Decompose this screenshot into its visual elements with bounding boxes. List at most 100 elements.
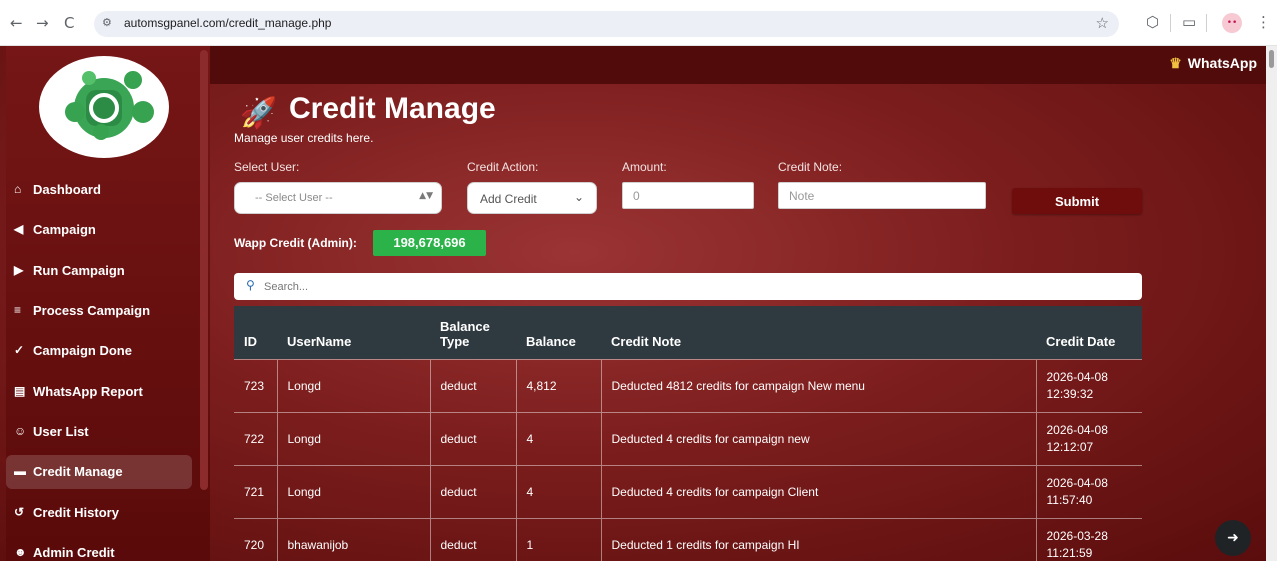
cell-date: 2026-04-08: [1046, 369, 1108, 384]
submit-button[interactable]: Submit: [1012, 188, 1142, 214]
rocket-icon: 🚀: [240, 96, 278, 131]
app-area: ♛ WhatsApp ⌂ Dashboard ◀ Campaign ▶ Run …: [0, 46, 1277, 561]
cell-credit-note: Deducted 4 credits for campaign Client: [600, 464, 1036, 518]
cell-credit-date: 2026-04-08 11:57:40: [1035, 464, 1142, 518]
users-icon: ☺: [14, 424, 27, 438]
bookmark-star-icon[interactable]: ☆: [1096, 14, 1109, 32]
forward-icon[interactable]: →: [36, 14, 49, 32]
cell-balance: 4: [515, 411, 601, 465]
sidebar-item-label: Credit Manage: [33, 464, 123, 479]
sidebar-item-credit-history[interactable]: ↺ Credit History: [6, 496, 192, 530]
cell-time: 11:57:40: [1046, 492, 1093, 507]
cell-id: 722: [234, 411, 277, 465]
whatsapp-logo-icon: [65, 71, 154, 140]
cell-balance: 4,812: [515, 358, 601, 412]
tab-search-icon[interactable]: ▭: [1182, 13, 1196, 31]
sidebar-item-dashboard[interactable]: ⌂ Dashboard: [6, 173, 192, 207]
megaphone-icon: ◀: [14, 222, 24, 236]
sidebar-item-label: Credit History: [33, 505, 119, 520]
cell-credit-date: 2026-04-08 12:39:32: [1035, 358, 1142, 412]
table-row: 723 Longd deduct 4,812 Deducted 4812 cre…: [234, 358, 1142, 412]
address-bar[interactable]: ⚙ automsgpanel.com/credit_manage.php ☆: [94, 11, 1119, 37]
sidebar: ⌂ Dashboard ◀ Campaign ▶ Run Campaign ≡ …: [6, 46, 210, 561]
profile-avatar[interactable]: ••: [1222, 13, 1242, 33]
trophy-icon: ♛: [1169, 55, 1182, 71]
sidebar-item-user-list[interactable]: ☺ User List: [6, 415, 192, 449]
credit-note-input[interactable]: [778, 182, 986, 209]
sidebar-item-label: Campaign Done: [33, 343, 132, 358]
user-gear-icon: ☻: [14, 545, 27, 559]
search-input[interactable]: [264, 273, 1124, 300]
search-bar[interactable]: ⚲: [234, 273, 1142, 300]
cell-id: 720: [234, 517, 277, 561]
history-icon: ↺: [14, 505, 25, 519]
whatsapp-brand[interactable]: ♛ WhatsApp: [1169, 55, 1257, 72]
amount-input[interactable]: [622, 182, 754, 209]
select-user-label: Select User:: [234, 160, 300, 174]
cell-credit-note: Deducted 1 credits for campaign HI: [600, 517, 1036, 561]
select-user-dropdown[interactable]: -- Select User -- ▲▼: [234, 182, 442, 214]
cell-username: Longd: [276, 358, 430, 412]
sidebar-item-label: Dashboard: [33, 182, 101, 197]
select-user-value: -- Select User --: [255, 192, 333, 204]
sidebar-item-label: Admin Credit: [33, 545, 115, 560]
scrollbar-thumb[interactable]: [1269, 50, 1274, 68]
chart-icon: ▤: [14, 384, 26, 398]
wapp-credit-badge: 198,678,696: [373, 230, 486, 256]
logout-button[interactable]: ➜: [1215, 520, 1251, 556]
sidebar-item-campaign-done[interactable]: ✓ Campaign Done: [6, 334, 192, 368]
top-navbar: ♛ WhatsApp: [210, 46, 1277, 84]
play-circle-icon: ▶: [14, 263, 24, 277]
check-double-icon: ✓: [14, 343, 25, 357]
url-text[interactable]: automsgpanel.com/credit_manage.php: [124, 16, 331, 30]
cell-balance: 4: [515, 464, 601, 518]
page-subtitle: Manage user credits here.: [234, 131, 374, 145]
app-logo: [39, 56, 169, 158]
wapp-credit-label: Wapp Credit (Admin):: [234, 236, 357, 250]
table-header-row: ID UserName Balance Type Balance Credit …: [234, 306, 1142, 359]
back-icon[interactable]: ←: [10, 14, 23, 32]
chevron-down-icon: ⌄: [573, 190, 584, 204]
list-icon: ≡: [14, 303, 22, 317]
sidebar-item-whatsapp-report[interactable]: ▤ WhatsApp Report: [6, 375, 192, 409]
cell-credit-date: 2026-04-08 12:12:07: [1035, 411, 1142, 465]
cell-date: 2026-04-08: [1046, 475, 1108, 490]
sidebar-scrollbar[interactable]: [200, 50, 208, 490]
sidebar-item-run-campaign[interactable]: ▶ Run Campaign: [6, 254, 192, 288]
credit-action-select[interactable]: Add Credit ⌄: [467, 182, 597, 214]
toolbar-divider: [1170, 14, 1171, 32]
reload-icon[interactable]: C: [64, 14, 74, 32]
column-header-credit-date[interactable]: Credit Date: [1036, 306, 1142, 359]
column-header-balance-type[interactable]: Balance Type: [430, 306, 516, 359]
table-row: 720 bhawanijob deduct 1 Deducted 1 credi…: [234, 517, 1142, 561]
column-header-credit-note[interactable]: Credit Note: [601, 306, 1036, 359]
sidebar-item-label: User List: [33, 424, 89, 439]
cell-balance-type: deduct: [429, 411, 516, 465]
cell-date: 2026-03-28: [1046, 528, 1108, 543]
cell-balance-type: deduct: [429, 464, 516, 518]
amount-label: Amount:: [622, 160, 667, 174]
sidebar-item-label: Process Campaign: [33, 303, 151, 318]
table-row: 722 Longd deduct 4 Deducted 4 credits fo…: [234, 411, 1142, 465]
table-row: 721 Longd deduct 4 Deducted 4 credits fo…: [234, 464, 1142, 518]
column-header-username[interactable]: UserName: [277, 306, 430, 359]
cell-username: bhawanijob: [276, 517, 430, 561]
cell-balance-type: deduct: [429, 517, 516, 561]
cell-time: 12:39:32: [1046, 386, 1094, 401]
cell-username: Longd: [276, 464, 430, 518]
sidebar-item-campaign[interactable]: ◀ Campaign: [6, 213, 192, 247]
site-settings-icon[interactable]: ⚙: [102, 16, 112, 29]
column-header-id[interactable]: ID: [234, 306, 277, 359]
sidebar-item-process-campaign[interactable]: ≡ Process Campaign: [6, 294, 192, 328]
column-header-balance[interactable]: Balance: [516, 306, 601, 359]
sidebar-item-credit-manage[interactable]: ▬ Credit Manage: [6, 455, 192, 489]
sidebar-item-label: Campaign: [33, 222, 96, 237]
credit-note-label: Credit Note:: [778, 160, 843, 174]
cell-credit-note: Deducted 4 credits for campaign new: [600, 411, 1036, 465]
cell-balance-type: deduct: [429, 358, 516, 412]
toolbar-divider: [1206, 14, 1207, 32]
extensions-icon[interactable]: ⬡: [1146, 13, 1159, 31]
page-scrollbar[interactable]: [1266, 46, 1277, 561]
sidebar-item-admin-credit[interactable]: ☻ Admin Credit: [6, 536, 192, 561]
more-menu-icon[interactable]: ⋮: [1256, 13, 1271, 31]
